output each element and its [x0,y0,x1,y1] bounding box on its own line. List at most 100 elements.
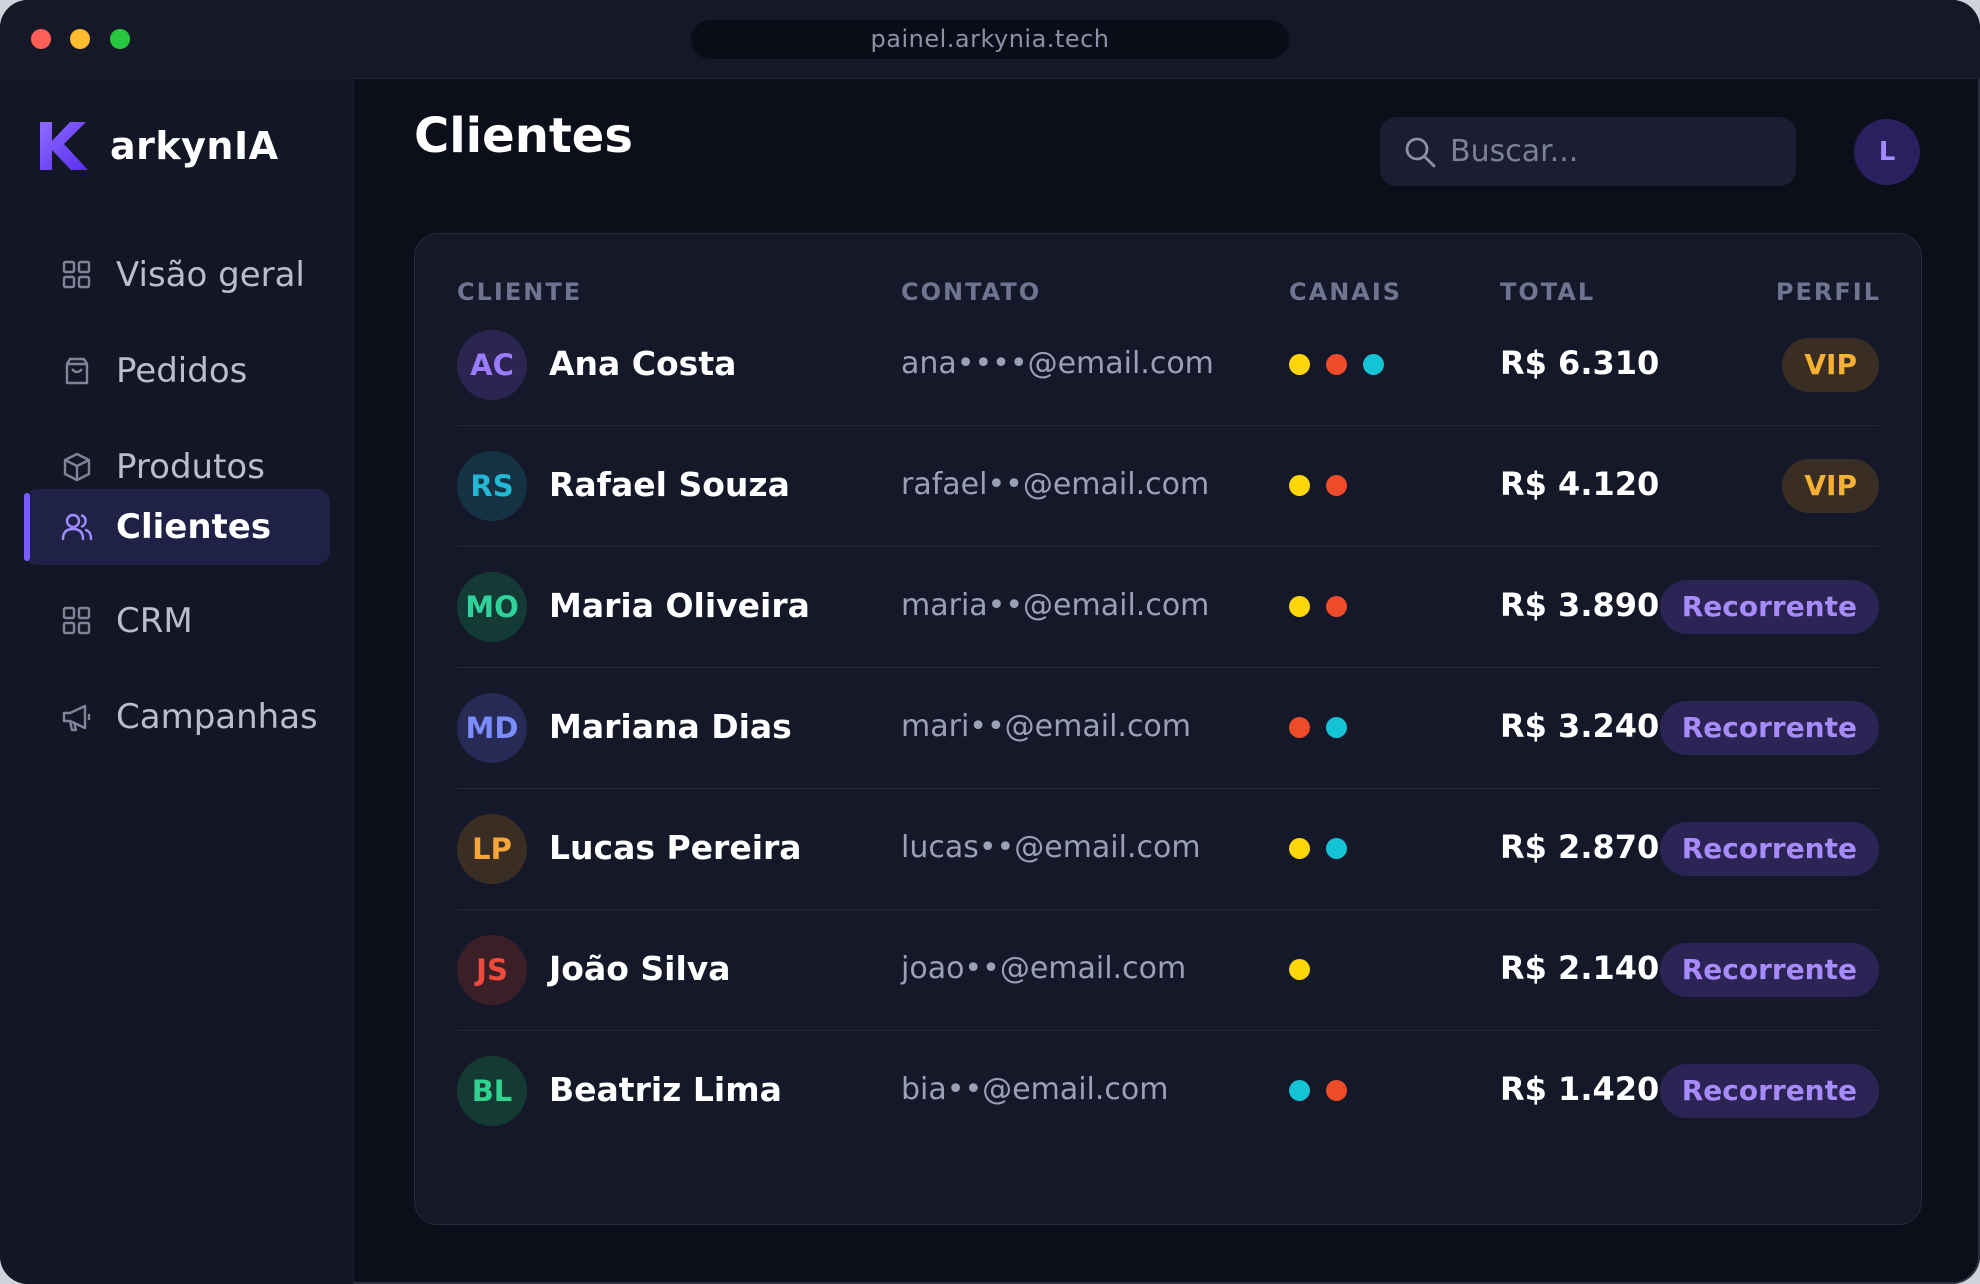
user-avatar[interactable]: L [1854,119,1920,185]
grid-icon [60,258,94,292]
table-row[interactable]: AC Ana Costa ana••••@email.com R$ 6.310 VIP [457,304,1879,426]
table-row[interactable]: BL Beatriz Lima bia••@email.com R$ 1.420 Rec… [457,1030,1879,1151]
channel-dot-yellow [1289,354,1310,375]
table-row[interactable]: JS João Silva joao••@email.com R$ 2.140 Reco… [457,909,1879,1031]
column-header-perfil[interactable]: PERFIL [1776,278,1881,306]
channel-indicators [1289,717,1363,738]
app-window: painel.arkynia.tech arkynIA Visão geral … [0,0,1980,1284]
url-bar[interactable]: painel.arkynia.tech [691,20,1289,59]
sidebar-item-label: Visão geral [116,255,305,295]
channel-dot-cyan [1363,354,1384,375]
channel-dot-yellow [1289,596,1310,617]
channel-indicators [1289,959,1326,980]
client-total: R$ 3.240 [1500,707,1660,745]
client-total: R$ 1.420 [1500,1070,1660,1108]
sidebar-item-visao-geral[interactable]: Visão geral [24,237,330,313]
client-email: mari••@email.com [901,709,1192,744]
channel-dot-red [1326,354,1347,375]
client-total: R$ 2.140 [1500,949,1660,987]
client-email: maria••@email.com [901,588,1210,623]
channel-dot-yellow [1289,838,1310,859]
profile-badge: Recorrente [1659,943,1879,997]
profile-badge: Recorrente [1659,822,1879,876]
client-name[interactable]: Mariana Dias [549,707,792,746]
column-header-contato[interactable]: CONTATO [901,278,1041,306]
search-icon [1405,137,1436,167]
channel-dot-yellow [1289,959,1310,980]
megaphone-icon [60,700,94,734]
channel-indicators [1289,838,1363,859]
client-email: ana••••@email.com [901,346,1214,381]
client-email: bia••@email.com [901,1072,1169,1107]
column-header-cliente[interactable]: CLIENTE [457,278,582,306]
grid-icon [60,604,94,638]
channel-indicators [1289,596,1363,617]
box-icon [60,450,94,484]
sidebar-item-label: Clientes [116,507,272,547]
profile-badge: Recorrente [1659,580,1879,634]
channel-dot-cyan [1326,717,1347,738]
channel-dot-cyan [1289,1080,1310,1101]
profile-badge: VIP [1782,338,1879,392]
client-name[interactable]: João Silva [549,949,731,988]
sidebar-item-campanhas[interactable]: Campanhas [24,679,330,755]
brand-name: arkynIA [110,124,279,168]
client-name[interactable]: Lucas Pereira [549,828,802,867]
page-title: Clientes [414,108,633,164]
channel-dot-red [1326,596,1347,617]
channel-dot-red [1326,1080,1347,1101]
column-header-total[interactable]: TOTAL [1500,278,1595,306]
minimize-window-button[interactable] [70,29,90,49]
client-email: joao••@email.com [901,951,1187,986]
channel-dot-red [1326,475,1347,496]
table-row[interactable]: LP Lucas Pereira lucas••@email.com R$ 2.870… [457,788,1879,910]
sidebar-item-label: Campanhas [116,697,318,737]
client-email: rafael••@email.com [901,467,1210,502]
search-input[interactable] [1448,133,1772,170]
client-name[interactable]: Rafael Souza [549,465,790,504]
arkynia-logo-icon [40,122,88,170]
client-total: R$ 3.890 [1500,586,1660,624]
profile-badge: Recorrente [1659,701,1879,755]
client-name[interactable]: Beatriz Lima [549,1070,782,1109]
brand-logo[interactable]: arkynIA [40,122,279,170]
client-avatar: BL [457,1056,527,1126]
channel-dot-red [1289,717,1310,738]
sidebar-item-label: Produtos [116,447,265,487]
channel-dot-cyan [1326,838,1347,859]
channel-indicators [1289,1080,1363,1101]
table-row[interactable]: MO Maria Oliveira maria••@email.com R$ 3.89… [457,546,1879,668]
client-name[interactable]: Ana Costa [549,344,736,383]
sidebar-item-label: Pedidos [116,351,248,391]
channel-indicators [1289,354,1400,375]
client-avatar: MO [457,572,527,642]
client-total: R$ 2.870 [1500,828,1660,866]
close-window-button[interactable] [31,29,51,49]
client-avatar: LP [457,814,527,884]
shopping-bag-icon [60,354,94,388]
profile-badge: VIP [1782,459,1879,513]
client-total: R$ 6.310 [1500,344,1660,382]
table-row[interactable]: MD Mariana Dias mari••@email.com R$ 3.240 Re… [457,667,1879,789]
client-total: R$ 4.120 [1500,465,1660,503]
profile-badge: Recorrente [1659,1064,1879,1118]
table-row[interactable]: RS Rafael Souza rafael••@email.com R$ 4.120… [457,425,1879,547]
title-bar: painel.arkynia.tech [0,0,1980,79]
search-box[interactable] [1380,117,1796,186]
sidebar-item-clientes[interactable]: Clientes [24,489,330,565]
client-name[interactable]: Maria Oliveira [549,586,810,625]
clients-table: CLIENTE CONTATO CANAIS TOTAL PERFIL AC An… [414,233,1922,1225]
client-avatar: JS [457,935,527,1005]
sidebar-item-pedidos[interactable]: Pedidos [24,333,330,409]
client-avatar: RS [457,451,527,521]
client-avatar: MD [457,693,527,763]
channel-indicators [1289,475,1363,496]
client-avatar: AC [457,330,527,400]
users-icon [60,510,94,544]
channel-dot-yellow [1289,475,1310,496]
sidebar: arkynIA Visão geral Pedidos Produtos Cli… [0,78,354,1284]
sidebar-item-crm[interactable]: CRM [24,583,330,659]
maximize-window-button[interactable] [110,29,130,49]
sidebar-item-label: CRM [116,601,193,641]
column-header-canais[interactable]: CANAIS [1289,278,1402,306]
